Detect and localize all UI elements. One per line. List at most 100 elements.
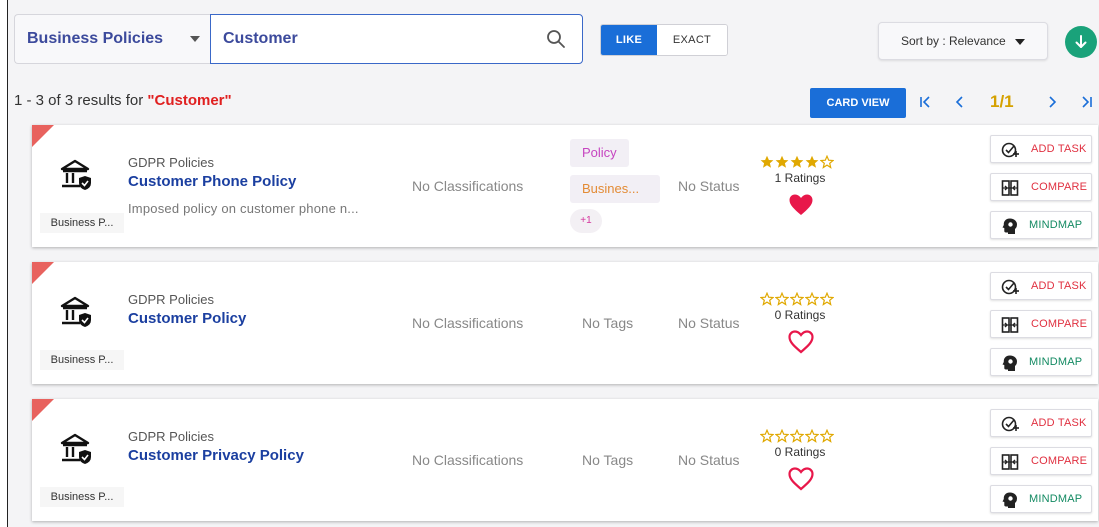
policy-document-icon [60, 159, 94, 191]
star-empty-icon[interactable] [775, 429, 789, 443]
star-empty-icon[interactable] [820, 292, 834, 306]
policy-document-icon [60, 433, 94, 465]
rating-stars[interactable] [760, 292, 834, 306]
first-page-icon [920, 96, 930, 108]
policy-document-icon [60, 296, 94, 328]
mindmap-label: MINDMAP [1029, 219, 1083, 231]
add-task-button[interactable]: ADD TASK [990, 409, 1092, 437]
compare-button[interactable]: COMPARE [990, 310, 1092, 338]
document-type-label: Business P... [40, 213, 124, 233]
favorite-heart-icon[interactable] [788, 330, 814, 354]
previous-page-button[interactable] [948, 89, 972, 115]
next-page-button[interactable] [1040, 89, 1064, 115]
mindmap-icon [1001, 491, 1019, 509]
rating-stars[interactable] [760, 155, 834, 169]
mindmap-button[interactable]: MINDMAP [990, 485, 1092, 513]
status-corner-marker [32, 399, 54, 421]
status-text: No Status [678, 315, 740, 331]
category-select[interactable]: Business Policies [14, 14, 216, 64]
results-bar: 1 - 3 of 3 results for "Customer" CARD V… [8, 82, 1099, 118]
star-empty-icon[interactable] [775, 292, 789, 306]
add-task-button[interactable]: ADD TASK [990, 272, 1092, 300]
star-empty-icon[interactable] [760, 429, 774, 443]
sort-dropdown[interactable]: Sort by : Relevance [878, 22, 1048, 60]
document-type-label: Business P... [40, 487, 124, 507]
card-category: GDPR Policies [128, 155, 214, 170]
card-view-button[interactable]: CARD VIEW [810, 88, 906, 118]
search-icon[interactable] [546, 29, 566, 49]
star-filled-icon[interactable] [760, 155, 774, 169]
mindmap-label: MINDMAP [1029, 493, 1083, 505]
star-empty-icon[interactable] [805, 292, 819, 306]
star-empty-icon[interactable] [805, 429, 819, 443]
chevron-down-icon [1015, 39, 1025, 45]
add-task-icon [1001, 278, 1019, 296]
more-tags-chip[interactable]: +1 [570, 209, 602, 233]
star-empty-icon[interactable] [820, 429, 834, 443]
compare-button[interactable]: COMPARE [990, 447, 1092, 475]
exact-mode-button[interactable]: EXACT [657, 25, 727, 55]
card-title-link[interactable]: Customer Privacy Policy [128, 447, 304, 464]
rating-stars[interactable] [760, 429, 834, 443]
card-title-link[interactable]: Customer Phone Policy [128, 173, 296, 190]
favorite-heart-icon[interactable] [788, 467, 814, 491]
star-filled-icon[interactable] [805, 155, 819, 169]
status-corner-marker [32, 262, 54, 284]
add-task-button[interactable]: ADD TASK [990, 135, 1092, 163]
card-category: GDPR Policies [128, 429, 214, 444]
page-indicator: 1/1 [990, 92, 1014, 111]
chevron-left-icon [955, 96, 963, 108]
tag-chip[interactable]: Policy [570, 139, 629, 167]
status-corner-marker [32, 125, 54, 147]
search-input[interactable] [223, 25, 523, 53]
result-card[interactable]: Business P... GDPR Policies Customer Pol… [32, 262, 1098, 384]
result-card[interactable]: Business P... GDPR Policies Customer Pri… [32, 399, 1098, 521]
compare-icon [1001, 316, 1019, 334]
classification-text: No Classifications [412, 315, 524, 331]
tags-text: No Tags [582, 452, 634, 468]
tag-chip[interactable]: Busines... [570, 175, 660, 203]
category-select-label: Business Policies [27, 30, 164, 47]
first-page-button[interactable] [914, 89, 938, 115]
compare-button[interactable]: COMPARE [990, 173, 1092, 201]
ratings-count: 1 Ratings [774, 171, 826, 185]
classification-text: No Classifications [412, 178, 524, 194]
favorite-heart-icon[interactable] [788, 193, 814, 217]
mindmap-icon [1001, 354, 1019, 372]
star-empty-icon[interactable] [790, 429, 804, 443]
status-text: No Status [678, 178, 740, 194]
card-description: Imposed policy on customer phone n... [128, 201, 359, 216]
add-task-label: ADD TASK [1031, 143, 1087, 155]
status-text: No Status [678, 452, 740, 468]
compare-label: COMPARE [1031, 181, 1088, 193]
chevron-right-icon [1049, 96, 1057, 108]
star-empty-icon[interactable] [760, 292, 774, 306]
mindmap-button[interactable]: MINDMAP [990, 211, 1092, 239]
ratings-count: 0 Ratings [774, 308, 826, 322]
result-card[interactable]: Business P... GDPR Policies Customer Pho… [32, 125, 1098, 247]
mindmap-label: MINDMAP [1029, 356, 1083, 368]
results-query-text: "Customer" [147, 92, 232, 109]
card-title-link[interactable]: Customer Policy [128, 310, 246, 327]
results-summary: 1 - 3 of 3 results for "Customer" [14, 92, 232, 109]
add-task-label: ADD TASK [1031, 280, 1087, 292]
classification-text: No Classifications [412, 452, 524, 468]
add-task-icon [1001, 141, 1019, 159]
last-page-button[interactable] [1074, 89, 1098, 115]
search-toolbar: Business Policies LIKE EXACT Sort by : R… [8, 0, 1099, 82]
compare-icon [1001, 453, 1019, 471]
mindmap-button[interactable]: MINDMAP [990, 348, 1092, 376]
match-mode-toggle: LIKE EXACT [600, 24, 728, 56]
star-filled-icon[interactable] [775, 155, 789, 169]
like-mode-button[interactable]: LIKE [601, 25, 657, 55]
star-empty-icon[interactable] [820, 155, 834, 169]
search-box[interactable] [210, 14, 583, 64]
star-empty-icon[interactable] [790, 292, 804, 306]
last-page-icon [1082, 96, 1092, 108]
sort-direction-button[interactable] [1065, 26, 1097, 58]
ratings-count: 0 Ratings [774, 445, 826, 459]
star-filled-icon[interactable] [790, 155, 804, 169]
compare-label: COMPARE [1031, 455, 1088, 467]
frame-left-border [0, 0, 8, 527]
compare-label: COMPARE [1031, 318, 1088, 330]
